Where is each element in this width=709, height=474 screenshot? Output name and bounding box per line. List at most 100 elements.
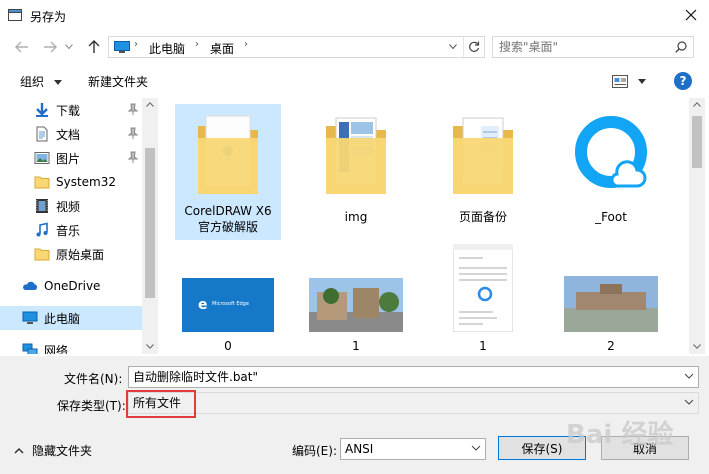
file-name: 1 (352, 339, 360, 353)
command-bar: 组织 新建文件夹 ? (0, 64, 709, 98)
breadcrumb-this-pc[interactable]: 此电脑 (149, 40, 185, 57)
nav-item-label: 图片 (56, 151, 81, 166)
nav-item-network[interactable]: 网络 (0, 338, 142, 354)
encoding-value: ANSI (345, 442, 374, 456)
breadcrumb-desktop[interactable]: 桌面 (210, 40, 234, 57)
nav-scrollbar[interactable] (142, 98, 158, 354)
file-item[interactable]: 2 (558, 244, 664, 354)
file-item[interactable]: CorelDRAW X6 官方破解版 (175, 104, 281, 240)
image-thumbnail (564, 276, 658, 332)
nav-item-system32[interactable]: System32 (0, 170, 142, 194)
breadcrumb-separator-icon: › (134, 39, 138, 50)
folder-icon (453, 117, 513, 194)
nav-item-downloads[interactable]: 下载 (0, 98, 142, 122)
onedrive-icon (23, 281, 38, 290)
search-icon (675, 41, 687, 53)
breadcrumb-separator-icon: › (244, 39, 248, 50)
filename-value: 自动删除临时文件.bat" (133, 370, 259, 384)
arrow-left-icon (15, 41, 28, 53)
download-icon (36, 103, 48, 117)
content-scrollbar-thumb[interactable] (692, 116, 702, 168)
arrow-up-icon (88, 40, 100, 53)
nav-item-music[interactable]: 音乐 (0, 218, 142, 242)
close-icon (685, 9, 696, 21)
hide-folders-label: 隐藏文件夹 (32, 444, 93, 458)
file-name: 页面备份 (458, 210, 507, 224)
breadcrumb-separator-icon: › (195, 39, 199, 50)
nav-item-pictures[interactable]: 图片 (0, 146, 142, 170)
address-history-button[interactable] (443, 37, 463, 57)
file-item[interactable]: 1 (430, 244, 536, 354)
nav-item-original-desktop[interactable]: 原始桌面 (0, 242, 142, 266)
organize-label: 组织 (20, 75, 45, 89)
file-name-line2: 官方破解版 (197, 220, 258, 234)
back-button[interactable] (12, 37, 32, 57)
pin-icon (128, 151, 138, 163)
file-item[interactable]: e Microsoft Edge 0 (175, 244, 281, 354)
help-button[interactable]: ? (674, 72, 692, 90)
cancel-button[interactable]: 取消 (601, 436, 689, 460)
title-bar: 另存为 (0, 0, 709, 32)
app-icon (575, 116, 647, 188)
network-icon (22, 343, 38, 354)
file-name-line1: CorelDRAW X6 (184, 204, 272, 218)
chevron-down-icon (684, 373, 694, 379)
organize-button[interactable]: 组织 (20, 73, 62, 90)
caret-down-icon (53, 80, 62, 85)
nav-item-label: 文档 (56, 127, 81, 142)
folder-icon (34, 248, 50, 261)
save-button[interactable]: 保存(S) (498, 436, 586, 460)
file-item[interactable]: img (303, 104, 409, 240)
encoding-select[interactable]: ANSI (340, 438, 486, 460)
nav-item-label: System32 (56, 175, 117, 189)
new-folder-button[interactable]: 新建文件夹 (88, 73, 148, 90)
nav-item-documents[interactable]: 文档 (0, 122, 142, 146)
forward-button[interactable] (40, 37, 60, 57)
address-bar[interactable]: › 此电脑 › 桌面 › (108, 36, 485, 58)
nav-item-label: 音乐 (56, 223, 81, 238)
save-dialog-icon (8, 9, 22, 21)
filetype-select[interactable]: 所有文件 (128, 392, 699, 414)
nav-item-label: 此电脑 (44, 311, 81, 326)
chevron-down-icon (471, 445, 481, 451)
folder-icon (34, 176, 50, 189)
filetype-label: 保存类型(T): (57, 399, 126, 413)
file-item[interactable]: _Foot (558, 104, 664, 240)
refresh-button[interactable] (463, 37, 484, 57)
nav-item-videos[interactable]: 视频 (0, 194, 142, 218)
file-item[interactable]: 1 (303, 244, 409, 354)
change-view-button[interactable] (612, 72, 648, 90)
nav-item-onedrive[interactable]: OneDrive (0, 274, 142, 298)
search-input[interactable] (499, 39, 669, 55)
view-icon (612, 74, 628, 88)
scroll-up-icon (693, 102, 701, 107)
image-thumbnail (453, 244, 513, 332)
recent-locations-button[interactable] (62, 37, 76, 57)
chevron-up-icon (14, 447, 24, 454)
nav-item-label: 原始桌面 (56, 247, 105, 262)
close-button[interactable] (672, 0, 709, 30)
file-item[interactable]: 页面备份 (430, 104, 536, 240)
filename-field[interactable]: 自动删除临时文件.bat" (128, 366, 699, 388)
video-icon (36, 199, 48, 213)
pin-icon (128, 103, 138, 115)
picture-icon (34, 152, 50, 164)
chevron-down-icon (449, 44, 457, 50)
refresh-icon (469, 41, 480, 52)
music-icon (36, 222, 48, 237)
search-box[interactable] (492, 36, 694, 58)
scroll-down-icon (693, 344, 701, 349)
nav-item-label: 网络 (44, 343, 69, 355)
content-scrollbar[interactable] (689, 98, 705, 354)
nav-scrollbar-thumb[interactable] (145, 148, 155, 298)
nav-item-label: 下载 (56, 103, 81, 118)
up-button[interactable] (84, 37, 104, 57)
file-name: 0 (224, 339, 232, 353)
chevron-down-icon (65, 44, 73, 50)
chevron-down-icon (684, 399, 694, 405)
file-name: _Foot (595, 210, 627, 224)
hide-folders-toggle[interactable]: 隐藏文件夹 (14, 442, 92, 459)
nav-item-this-pc[interactable]: 此电脑 (0, 306, 142, 330)
navigation-pane: 下载 文档 图片 System32 视频 音乐 原始桌面 OneDrive 此电… (0, 98, 158, 354)
document-icon (36, 126, 48, 142)
